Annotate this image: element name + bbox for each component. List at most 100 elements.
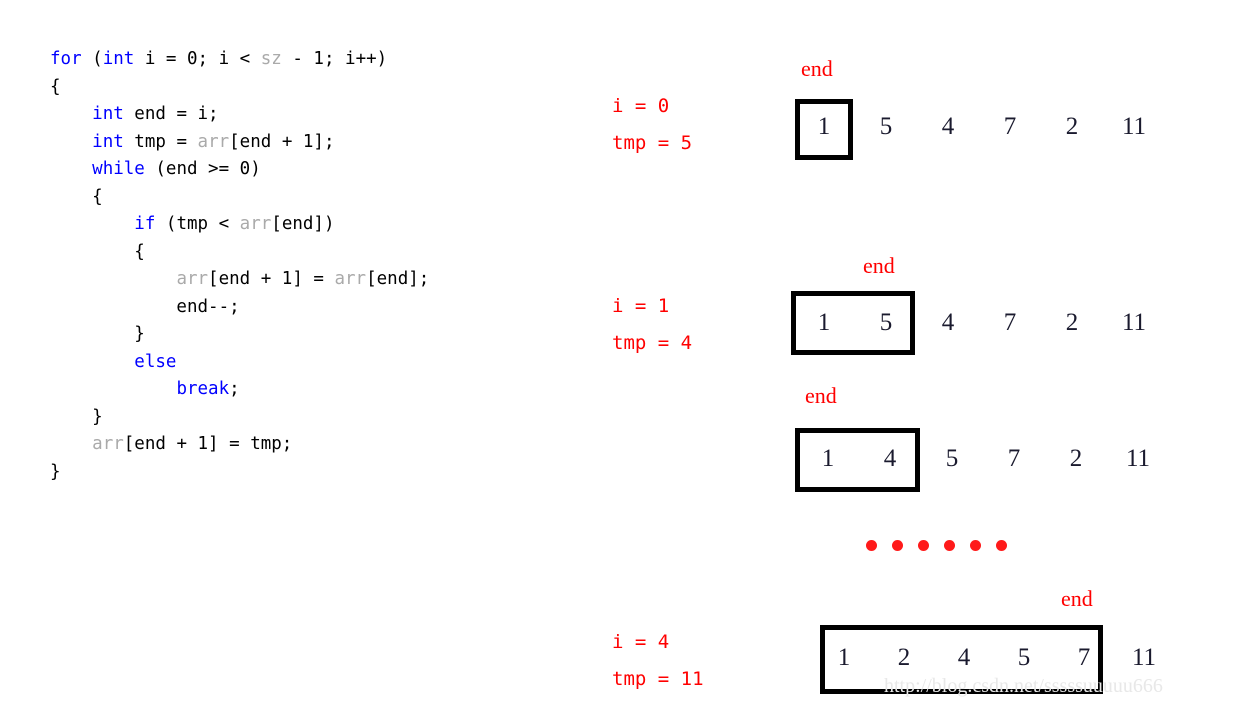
code-token: while bbox=[92, 159, 145, 179]
end-pointer-label: end bbox=[1061, 586, 1093, 611]
array-cell: 5 bbox=[1017, 644, 1031, 671]
slide-canvas: for (int i = 0; i < sz - 1; i++){ int en… bbox=[0, 0, 1236, 711]
code-token: tmp = bbox=[123, 131, 198, 152]
code-token: sz bbox=[260, 49, 282, 69]
code-line: int tmp = arr[end + 1]; bbox=[50, 129, 570, 157]
array-cell: 7 bbox=[1007, 445, 1021, 472]
ellipsis-dots bbox=[866, 540, 1016, 554]
code-line: arr[end + 1] = arr[end]; bbox=[50, 266, 570, 294]
array-cell: 11 bbox=[1125, 445, 1151, 472]
code-line: break; bbox=[50, 376, 570, 404]
code-token: int bbox=[102, 49, 135, 69]
array-cell: 1 bbox=[837, 644, 851, 671]
array-cell: 5 bbox=[945, 445, 959, 472]
array-cell: 4 bbox=[941, 113, 955, 140]
code-token: int bbox=[92, 131, 124, 152]
ellipsis-dot bbox=[996, 540, 1007, 551]
array-cell: 7 bbox=[1077, 644, 1091, 671]
step-state-labels: i = 4 tmp = 11 bbox=[612, 624, 704, 698]
code-token: } bbox=[50, 324, 145, 344]
code-token: arr bbox=[197, 131, 230, 152]
end-pointer-label: end bbox=[801, 56, 833, 81]
code-line: } bbox=[50, 404, 570, 432]
code-token: else bbox=[134, 351, 177, 372]
array-cell: 2 bbox=[1065, 113, 1079, 140]
array-cell: 1 bbox=[821, 445, 835, 472]
array-cell: 1 bbox=[817, 113, 831, 140]
array-cell: 1 bbox=[817, 309, 831, 336]
code-token: i = 0; i < bbox=[134, 49, 261, 69]
array-cell: 11 bbox=[1121, 309, 1147, 336]
code-line: else bbox=[50, 349, 570, 377]
code-token: break bbox=[176, 379, 230, 399]
end-pointer-label: end bbox=[863, 253, 895, 278]
code-line: { bbox=[50, 74, 570, 102]
array-cell: 7 bbox=[1003, 113, 1017, 140]
loop-index-label: i = 1 bbox=[612, 295, 670, 317]
code-line: { bbox=[50, 184, 570, 212]
code-token: - 1; i++) bbox=[281, 49, 388, 69]
step-state-labels: i = 1 tmp = 4 bbox=[612, 288, 692, 362]
code-token: [end + 1]; bbox=[229, 131, 335, 152]
code-token: } bbox=[50, 461, 61, 482]
loop-index-label: i = 4 bbox=[612, 631, 670, 653]
code-token: arr bbox=[334, 269, 367, 289]
array-cell: 2 bbox=[1065, 309, 1079, 336]
code-token: (end >= 0) bbox=[144, 159, 261, 179]
array-cell: 4 bbox=[957, 644, 971, 671]
code-token: if bbox=[134, 214, 156, 234]
code-token: [end + 1] = tmp; bbox=[123, 434, 293, 454]
code-token: ( bbox=[81, 49, 103, 69]
code-line: while (end >= 0) bbox=[50, 156, 570, 184]
watermark-url: http://blog.csdn.net/sssssuuuuu666 bbox=[884, 675, 1163, 697]
code-token: ; bbox=[229, 379, 240, 399]
code-token: for bbox=[50, 49, 82, 69]
code-token: [end + 1] = bbox=[208, 269, 335, 289]
code-token: arr bbox=[239, 214, 272, 234]
array-cell: 7 bbox=[1003, 309, 1017, 336]
ellipsis-dot bbox=[918, 540, 929, 551]
tmp-value-label: tmp = 5 bbox=[612, 132, 693, 154]
ellipsis-dot bbox=[970, 540, 981, 551]
code-line: for (int i = 0; i < sz - 1; i++) bbox=[50, 46, 570, 74]
array-cell: 5 bbox=[879, 113, 893, 140]
array-cell: 2 bbox=[1069, 445, 1083, 472]
array-cell: 5 bbox=[879, 309, 893, 336]
array-cell: 11 bbox=[1131, 644, 1157, 671]
code-token: arr bbox=[92, 434, 124, 454]
array-cell: 2 bbox=[897, 644, 911, 671]
ellipsis-dot bbox=[866, 540, 877, 551]
code-line: int end = i; bbox=[50, 101, 570, 129]
array-cell: 4 bbox=[883, 445, 897, 472]
array-cell: 4 bbox=[941, 309, 955, 336]
code-line: { bbox=[50, 239, 570, 267]
code-token: end = i; bbox=[123, 104, 219, 124]
code-token: { bbox=[50, 241, 145, 262]
code-token: (tmp < bbox=[155, 214, 240, 234]
code-line: end--; bbox=[50, 294, 570, 322]
code-line: arr[end + 1] = tmp; bbox=[50, 431, 570, 459]
step-state-labels: i = 0 tmp = 5 bbox=[612, 88, 692, 162]
array-cell: 11 bbox=[1121, 113, 1147, 140]
ellipsis-dot bbox=[892, 540, 903, 551]
code-token: arr bbox=[176, 269, 209, 289]
ellipsis-dot bbox=[944, 540, 955, 551]
tmp-value-label: tmp = 11 bbox=[612, 668, 704, 690]
code-token: end--; bbox=[50, 296, 240, 317]
code-token: [end]; bbox=[366, 269, 430, 289]
code-token: } bbox=[50, 406, 103, 427]
code-block: for (int i = 0; i < sz - 1; i++){ int en… bbox=[50, 46, 570, 486]
code-line: if (tmp < arr[end]) bbox=[50, 211, 570, 239]
code-token: { bbox=[50, 76, 61, 97]
code-line: } bbox=[50, 459, 570, 487]
code-token: [end]) bbox=[271, 214, 335, 234]
tmp-value-label: tmp = 4 bbox=[612, 332, 693, 354]
loop-index-label: i = 0 bbox=[612, 95, 670, 117]
end-pointer-label: end bbox=[805, 383, 837, 408]
